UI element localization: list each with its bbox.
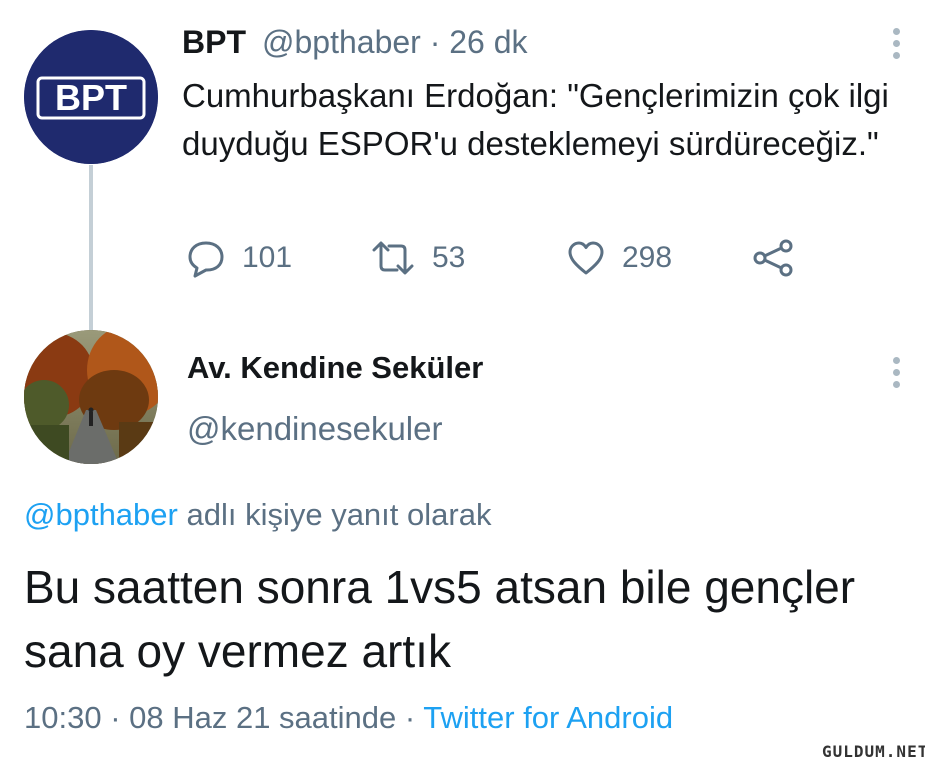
replying-to-mention-link[interactable]: @bpthaber <box>24 497 178 532</box>
more-dot-icon <box>893 28 900 35</box>
tweet-timestamp[interactable]: 10:30 · 08 Haz 21 saatinde · <box>24 700 423 735</box>
bpt-avatar[interactable]: BPT <box>24 30 158 164</box>
avatar-photo-image <box>24 330 158 464</box>
more-dot-icon <box>893 52 900 59</box>
tweet-source-link[interactable]: Twitter for Android <box>423 700 673 735</box>
tweet-metadata: 10:30 · 08 Haz 21 saatinde · Twitter for… <box>24 700 673 736</box>
replying-to-text: adlı kişiye yanıt olarak <box>177 497 492 532</box>
thread-connector-line <box>89 165 93 330</box>
original-tweet-more-button[interactable] <box>893 28 901 64</box>
reply-author-handle[interactable]: @kendinesekuler <box>187 410 442 448</box>
replying-to-line: @bpthaber adlı kişiye yanıt olarak <box>24 497 491 533</box>
reply-icon <box>188 241 224 278</box>
site-watermark: GULDUM.NET <box>822 742 925 761</box>
retweet-icon <box>372 241 414 275</box>
reply-tweet-text: Bu saatten sonra 1vs5 atsan bile gençler… <box>24 561 856 677</box>
more-dot-icon <box>893 369 900 376</box>
like-count: 298 <box>622 241 673 274</box>
reply-count: 101 <box>242 241 293 274</box>
reply-author-name[interactable]: Av. Kendine Seküler <box>187 350 483 386</box>
more-dot-icon <box>893 40 900 47</box>
retweet-action-button[interactable]: 53 <box>370 236 465 280</box>
heart-icon <box>568 241 604 275</box>
share-icon <box>753 239 793 277</box>
retweet-count: 53 <box>432 241 466 274</box>
original-tweet-text: Cumhurbaşkanı Erdoğan: "Gençlerimizin ço… <box>182 77 889 162</box>
original-author-name[interactable]: BPT <box>182 24 246 61</box>
like-action-button[interactable]: 298 <box>566 236 672 280</box>
more-dot-icon <box>893 381 900 388</box>
kendinesekuler-avatar[interactable] <box>24 330 158 464</box>
share-action-button[interactable] <box>752 236 810 280</box>
bpt-logo-icon: BPT <box>24 30 158 164</box>
reply-action-button[interactable]: 101 <box>186 236 292 280</box>
reply-tweet-more-button[interactable] <box>893 357 901 393</box>
more-dot-icon <box>893 357 900 364</box>
bpt-logo-text: BPT <box>55 77 127 118</box>
original-author-handle-time[interactable]: @bpthaber · 26 dk <box>262 24 528 61</box>
